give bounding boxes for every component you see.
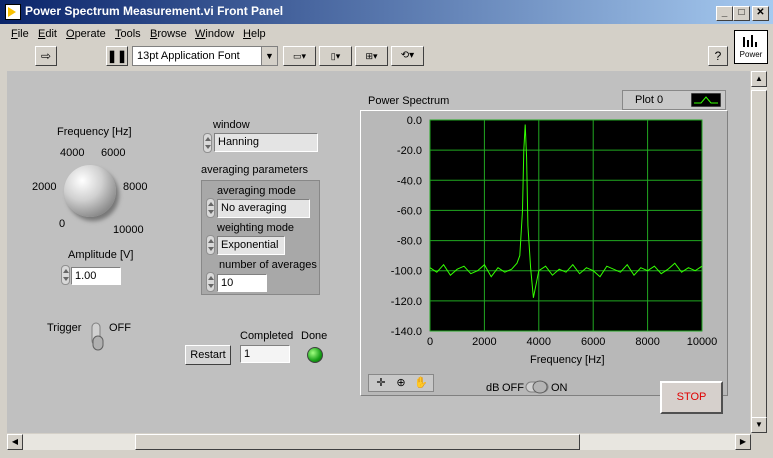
scroll-left-icon[interactable]: ◀: [7, 434, 23, 450]
averaging-parameters-label: averaging parameters: [201, 164, 309, 176]
resize-objects-icon[interactable]: ⊞▾: [355, 46, 388, 66]
reorder-icon[interactable]: ⟲▾: [391, 46, 424, 66]
db-off-label: OFF: [502, 382, 524, 394]
plot-area: [429, 119, 703, 332]
y-tick-label: -80.0: [397, 236, 422, 248]
x-tick-label: 10000: [687, 336, 718, 348]
font-selector[interactable]: 13pt Application Font ▼: [132, 46, 278, 66]
chevron-down-icon: ▼: [261, 47, 277, 65]
completed-label: Completed: [240, 330, 294, 342]
graph-x-label: Frequency [Hz]: [530, 354, 605, 366]
freq-tick-10000: 10000: [113, 224, 144, 236]
trigger-label: Trigger: [47, 322, 82, 334]
averaging-mode-selector[interactable]: No averaging: [217, 199, 310, 218]
x-tick-label: 2000: [472, 336, 496, 348]
vi-icon-label: Power: [739, 50, 763, 59]
menu-window[interactable]: Window: [195, 28, 234, 40]
done-led: [307, 347, 323, 363]
db-label: dB: [486, 382, 500, 394]
menu-edit[interactable]: Edit: [38, 28, 57, 40]
freq-tick-4000: 4000: [60, 147, 85, 159]
weighting-mode-selector[interactable]: Exponential: [217, 236, 285, 255]
menu-help[interactable]: Help: [243, 28, 266, 40]
window-selector[interactable]: Hanning: [214, 133, 318, 152]
scroll-down-icon[interactable]: ▼: [751, 417, 767, 433]
plot-legend[interactable]: Plot 0: [622, 90, 726, 110]
y-tick-label: -20.0: [397, 145, 422, 157]
freq-tick-2000: 2000: [32, 181, 57, 193]
run-arrow-icon[interactable]: ⇨: [35, 46, 57, 66]
window-title: Power Spectrum Measurement.vi Front Pane…: [25, 4, 284, 18]
menu-browse[interactable]: Browse: [150, 28, 187, 40]
cursor-cross-icon[interactable]: ✛: [371, 375, 391, 391]
frequency-label: Frequency [Hz]: [57, 126, 132, 138]
distribute-objects-icon[interactable]: ▯▾: [319, 46, 352, 66]
graph-palette: ✛ ⊕ ✋: [368, 374, 434, 392]
x-tick-label: 6000: [581, 336, 605, 348]
freq-tick-6000: 6000: [101, 147, 126, 159]
window-label: window: [213, 119, 250, 131]
stop-button[interactable]: STOP: [660, 381, 723, 414]
restart-button[interactable]: Restart: [185, 345, 231, 365]
window-stepper[interactable]: [203, 133, 212, 153]
number-of-averages-input[interactable]: 10: [217, 274, 267, 292]
freq-tick-0: 0: [59, 218, 66, 230]
minimize-button[interactable]: _: [716, 6, 733, 21]
maximize-button[interactable]: □: [733, 6, 750, 21]
x-tick-label: 4000: [527, 336, 551, 348]
size-grip: [751, 434, 767, 450]
menu-operate[interactable]: Operate: [66, 28, 106, 40]
db-on-label: ON: [551, 382, 568, 394]
y-tick-label: -60.0: [397, 205, 422, 217]
help-button[interactable]: ?: [708, 46, 728, 66]
vi-connector-icon[interactable]: Power: [734, 30, 768, 64]
menu-file[interactable]: File: [11, 28, 29, 40]
pause-icon[interactable]: ❚❚: [106, 46, 128, 66]
averaging-mode-label: averaging mode: [217, 185, 296, 197]
averaging-mode-stepper[interactable]: [206, 198, 215, 218]
x-tick-label: 0: [427, 336, 433, 348]
number-of-averages-label: number of averages: [219, 259, 317, 271]
weighting-mode-stepper[interactable]: [206, 235, 215, 255]
menu-tools[interactable]: Tools: [115, 28, 141, 40]
y-tick-label: -40.0: [397, 175, 422, 187]
horizontal-scroll-thumb[interactable]: [135, 434, 580, 450]
number-of-averages-stepper[interactable]: [206, 272, 215, 292]
db-toggle-switch[interactable]: [525, 379, 551, 395]
completed-indicator: 1: [240, 345, 290, 363]
pan-hand-icon[interactable]: ✋: [411, 375, 431, 391]
y-tick-label: 0.0: [407, 115, 422, 127]
x-tick-label: 8000: [635, 336, 659, 348]
amplitude-stepper[interactable]: [61, 265, 70, 285]
freq-tick-8000: 8000: [123, 181, 148, 193]
y-tick-label: -140.0: [391, 326, 422, 338]
zoom-icon[interactable]: ⊕: [391, 375, 411, 391]
frequency-knob[interactable]: [64, 165, 116, 217]
scroll-up-icon[interactable]: ▲: [751, 71, 767, 87]
labview-vi-icon[interactable]: [5, 4, 21, 20]
amplitude-label: Amplitude [V]: [68, 249, 134, 261]
amplitude-input[interactable]: 1.00: [71, 267, 121, 285]
close-button[interactable]: ✕: [752, 6, 769, 21]
align-objects-icon[interactable]: ▭▾: [283, 46, 316, 66]
plot-legend-label: Plot 0: [635, 94, 664, 106]
scroll-right-icon[interactable]: ▶: [735, 434, 751, 450]
graph-title: Power Spectrum: [368, 95, 450, 107]
done-label: Done: [301, 330, 328, 342]
trigger-state: OFF: [109, 322, 131, 334]
power-spectrum-plot: 0 2000 4000 6000 8000 10000 0.0 -20.0 -40.0 -60.0…: [391, 115, 718, 348]
trigger-toggle-switch[interactable]: [88, 320, 108, 352]
y-tick-label: -120.0: [391, 296, 422, 308]
y-tick-label: -100.0: [391, 266, 422, 278]
weighting-mode-label: weighting mode: [217, 222, 295, 234]
plot-legend-swatch-icon: [691, 93, 721, 107]
spectrum-bars-icon: [743, 35, 757, 47]
vertical-scroll-thumb[interactable]: [751, 90, 767, 430]
